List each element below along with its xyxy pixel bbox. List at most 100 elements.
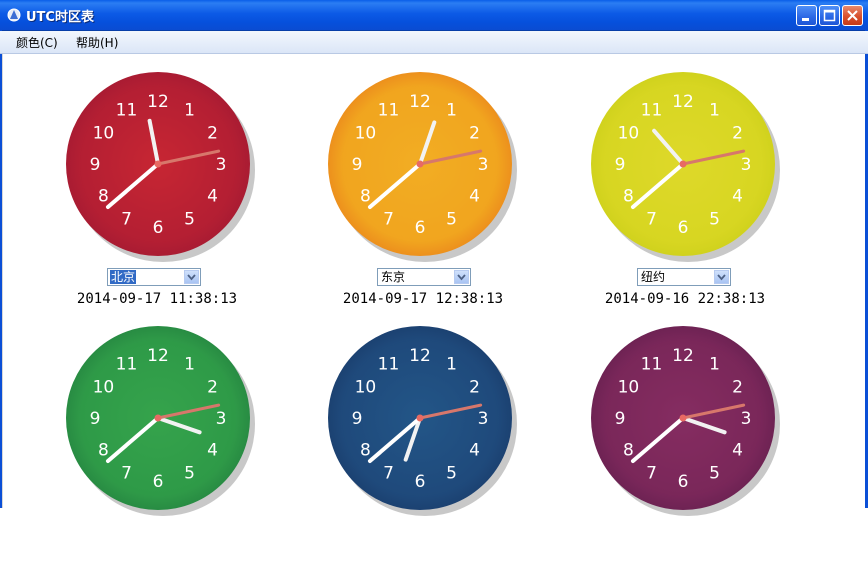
dial-number: 3 [478,409,489,429]
dial-number: 8 [98,441,109,461]
dial-number: 1 [446,100,457,120]
dial-number: 10 [93,378,115,398]
minimize-button[interactable] [796,5,817,26]
dropdown-arrow-icon[interactable] [184,270,199,284]
dial-number: 4 [207,441,218,461]
dial-number: 10 [93,124,115,144]
dial-number: 2 [732,378,743,398]
dial-number: 11 [116,354,138,374]
dial-number: 6 [153,472,164,492]
analog-clock: 12 12 3 456 78 9 1011 [591,72,780,262]
dropdown-arrow-icon[interactable] [454,270,469,284]
dial-number: 4 [732,441,743,461]
dial-number: 7 [121,464,132,484]
dial-number: 6 [678,472,689,492]
dial-number: 4 [207,187,218,207]
dial-number: 9 [90,155,101,175]
dial-number: 12 [147,346,169,366]
window-title: UTC时区表 [26,10,94,25]
dial-number: 9 [615,409,626,429]
dial-number: 12 [672,92,694,112]
dial-number: 9 [352,409,363,429]
dial-number: 11 [116,100,138,120]
analog-clock: 12 12 3 456 78 9 1011 [66,326,255,516]
dial-number: 3 [216,409,227,429]
dial-number: 5 [709,210,720,230]
timezone-select[interactable]: 纽约 [637,268,731,286]
clock-center-pin [154,414,162,422]
dial-number: 4 [469,187,480,207]
dial-number: 8 [623,441,634,461]
close-icon [847,10,858,21]
clock-datetime-text: 2014-09-17 12:38:13 [342,291,504,307]
dial-number: 8 [360,187,371,207]
clock-center-pin [154,160,162,168]
clock-cell-4: 12 1 2 3 4 5 6 7 8 9 10 11 [62,322,262,562]
dial-number: 4 [469,441,480,461]
minimize-icon [802,18,809,21]
dial-number: 5 [184,210,195,230]
dial-number: 12 [409,92,431,112]
dial-number: 4 [732,187,743,207]
title-bar[interactable]: UTC时区表 [0,0,868,31]
timezone-selected-value: 东京 [381,270,406,284]
dial-number: 7 [383,464,394,484]
dial-number: 2 [207,378,218,398]
dial-number: 6 [153,218,164,238]
clock-grid: 12 1 2 3 4 5 6 7 8 9 10 11 北京 2014-09-17 11:38:13 1… [2,54,865,516]
dial-number: 10 [355,378,377,398]
dial-number: 9 [90,409,101,429]
analog-clock: 12 12 3 456 78 9 1011 [66,72,255,262]
dial-number: 5 [446,464,457,484]
dial-number: 8 [98,187,109,207]
dial-number: 10 [618,124,640,144]
dial-number: 11 [378,100,400,120]
dial-number: 9 [615,155,626,175]
timezone-select[interactable]: 东京 [377,268,471,286]
dial-number: 6 [415,218,426,238]
dial-number: 12 [409,346,431,366]
dial-number: 7 [646,210,657,230]
dial-number: 1 [709,354,720,374]
clock-cell-6: 12 1 2 3 4 5 6 7 8 9 10 11 [587,322,787,562]
maximize-icon [823,9,836,22]
clock-datetime-text: 2014-09-16 22:38:13 [604,291,766,307]
dropdown-arrow-icon[interactable] [714,270,729,284]
dial-number: 12 [672,346,694,366]
clock-center-pin [416,160,424,168]
app-icon [7,8,21,22]
dial-number: 7 [121,210,132,230]
dial-number: 2 [469,378,480,398]
dial-number: 11 [641,354,663,374]
analog-clock: 12 12 3 456 78 9 1011 [591,326,780,516]
dial-number: 6 [415,472,426,492]
dial-number: 10 [618,378,640,398]
dial-number: 6 [678,218,689,238]
dial-number: 3 [216,155,227,175]
dial-number: 7 [646,464,657,484]
timezone-select[interactable]: 北京 [107,268,201,286]
dial-number: 10 [355,124,377,144]
dial-number: 1 [446,354,457,374]
timezone-selected-value: 纽约 [641,270,666,284]
analog-clock: 12 12 3 456 78 9 1011 [328,326,517,516]
maximize-button[interactable] [819,5,840,26]
timezone-selected-value: 北京 [110,270,137,284]
dial-number: 2 [207,124,218,144]
menu-bar: 颜色(C) 帮助(H) [0,31,868,54]
dial-number: 3 [478,155,489,175]
dial-number: 8 [360,441,371,461]
analog-clock: 12 12 3 456 78 9 1011 [328,72,517,262]
dial-number: 1 [184,354,195,374]
clock-center-pin [416,414,424,422]
dial-number: 5 [184,464,195,484]
dial-number: 8 [623,187,634,207]
dial-number: 5 [446,210,457,230]
dial-number: 1 [184,100,195,120]
dial-number: 3 [741,409,752,429]
menu-item-help[interactable]: 帮助(H) [76,34,118,51]
dial-number: 7 [383,210,394,230]
menu-item-color[interactable]: 颜色(C) [16,34,58,51]
close-button[interactable] [842,5,863,26]
clock-datetime-text: 2014-09-17 11:38:13 [76,291,238,307]
